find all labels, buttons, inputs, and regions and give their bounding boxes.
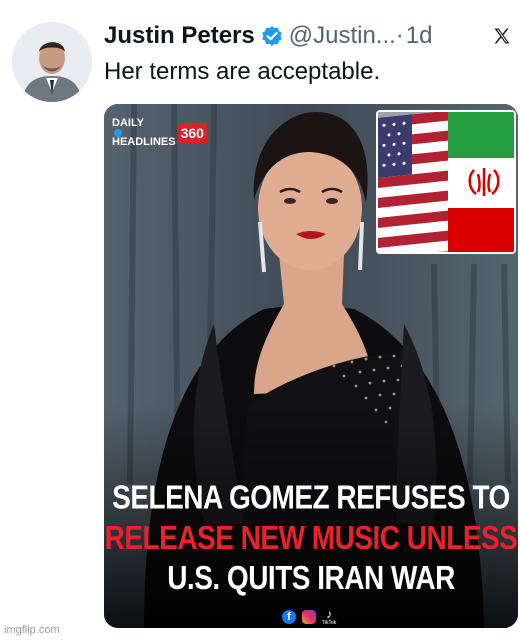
author-name[interactable]: Justin Peters — [104, 22, 255, 50]
headline-line1: SELENA GOMEZ REFUSES TO — [112, 479, 510, 516]
brand-line2: HEADLINES — [112, 136, 176, 148]
social-icons: f ♪ TikTok — [282, 608, 336, 626]
flags-inset-image — [376, 110, 516, 254]
facebook-icon: f — [282, 610, 296, 624]
instagram-icon — [302, 610, 316, 624]
brand-line1: DAILY — [112, 118, 176, 137]
headline-line2: RELEASE NEW MUSIC UNLESS — [104, 519, 518, 556]
us-iran-flags — [378, 112, 514, 252]
post-age[interactable]: 1d — [406, 22, 433, 50]
imgflip-watermark: imgflip.com — [4, 624, 60, 636]
avatar-photo — [12, 22, 92, 102]
tweet-header: Justin Peters @Justin... · 1d — [104, 18, 512, 54]
tiktok-label: TikTok — [322, 620, 337, 626]
headline-line3: U.S. QUITS IRAN WAR — [167, 559, 455, 596]
tweet-text: Her terms are acceptable. — [104, 58, 381, 85]
headline: SELENA GOMEZ REFUSES TO RELEASE NEW MUSI… — [104, 478, 518, 598]
brand-badge: 360 — [177, 123, 207, 143]
tweet-media-image[interactable]: DAILY HEADLINES 360 SELENA GOMEZ REFUSES… — [104, 104, 518, 628]
author-handle[interactable]: @Justin... — [289, 22, 396, 50]
x-logo-icon — [492, 26, 512, 46]
tiktok-icon: ♪ TikTok — [322, 607, 337, 626]
avatar[interactable] — [12, 22, 92, 102]
verified-badge-icon — [261, 25, 283, 47]
separator-dot: · — [395, 22, 404, 49]
daily-headlines-logo: DAILY HEADLINES 360 — [112, 118, 207, 148]
